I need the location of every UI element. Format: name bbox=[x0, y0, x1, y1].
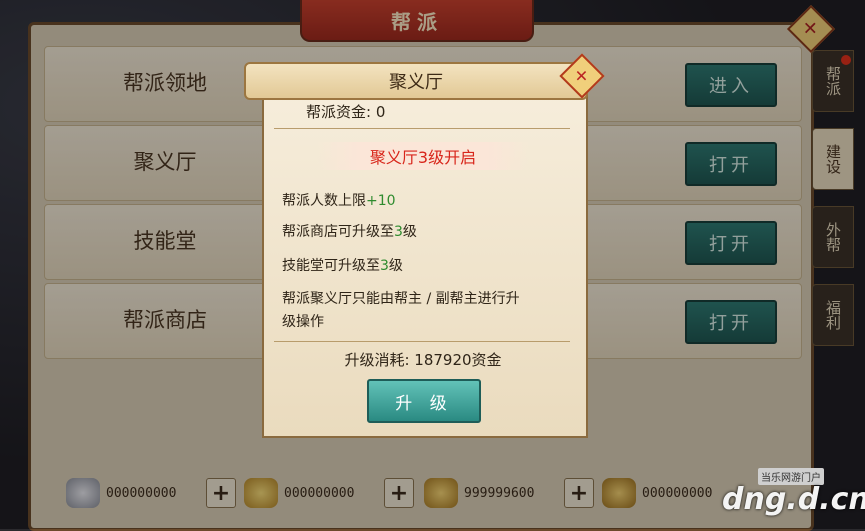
upgrade-cost: 升级消耗: 187920资金 bbox=[262, 349, 584, 370]
info-text: 帮派商店可升级至 bbox=[282, 224, 394, 240]
info-line: 技能堂可升级至3级 bbox=[282, 255, 403, 275]
info-text: 帮派人数上限 bbox=[282, 193, 366, 209]
fund-label: 帮派资金: bbox=[306, 103, 372, 121]
info-text: 技能堂可升级至 bbox=[282, 258, 380, 274]
info-line: 帮派人数上限+10 bbox=[282, 190, 396, 210]
info-value: 3 bbox=[394, 224, 403, 240]
info-line: 帮派商店可升级至3级 bbox=[282, 221, 417, 241]
info-suffix: 级 bbox=[402, 224, 417, 240]
level-banner: 聚义厅3级开启 bbox=[316, 142, 530, 170]
divider bbox=[274, 128, 570, 129]
fund-value: 0 bbox=[375, 103, 386, 121]
info-value: 3 bbox=[380, 258, 389, 274]
upgrade-button[interactable]: 升 级 bbox=[367, 379, 481, 423]
watermark-logo: dng.d.cn bbox=[722, 482, 865, 517]
divider bbox=[274, 341, 570, 342]
close-icon: ✕ bbox=[575, 66, 589, 86]
info-line: 级操作 bbox=[282, 314, 324, 330]
guild-fund: 帮派资金: 0 bbox=[306, 101, 385, 122]
cost-value: 187920资金 bbox=[414, 351, 502, 369]
info-line: 帮派聚义厅只能由帮主 / 副帮主进行升 bbox=[282, 291, 520, 307]
info-suffix: 级 bbox=[388, 258, 403, 274]
dialog-title: 聚义厅 bbox=[244, 62, 588, 100]
cost-label: 升级消耗: bbox=[344, 351, 410, 369]
info-value: +10 bbox=[366, 193, 396, 209]
